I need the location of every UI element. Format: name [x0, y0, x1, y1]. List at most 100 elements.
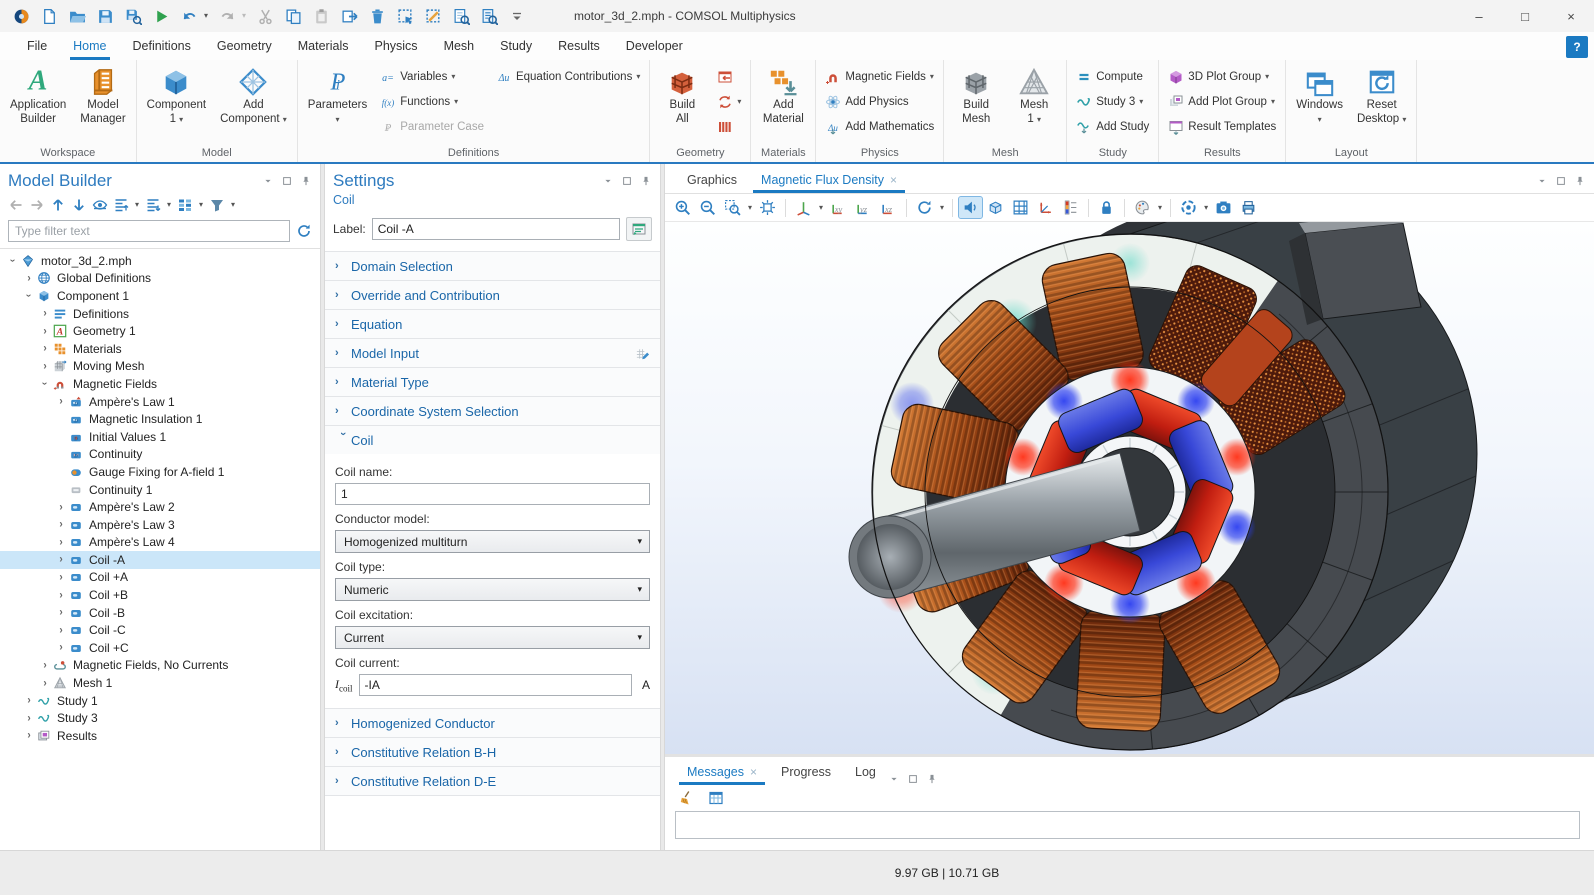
tab-home[interactable]: Home: [60, 35, 119, 60]
show-axes-icon[interactable]: [1034, 197, 1057, 218]
open-file-icon[interactable]: [64, 4, 90, 28]
tree-expander-icon[interactable]: ›: [54, 519, 68, 530]
graphics-canvas[interactable]: [665, 222, 1594, 754]
tree-expander-icon[interactable]: ›: [54, 642, 68, 653]
panel-menu-icon[interactable]: [1536, 175, 1548, 187]
float-icon[interactable]: [1555, 175, 1567, 187]
tree-expander-icon[interactable]: ›: [54, 607, 68, 618]
conductor-model-select[interactable]: Homogenized multiturn: [335, 530, 650, 553]
minimize-button[interactable]: –: [1456, 0, 1502, 32]
coil-type-select[interactable]: Numeric: [335, 578, 650, 601]
section-header-domain-selection[interactable]: ›Domain Selection: [325, 252, 660, 280]
tree-item-magnetic-fields[interactable]: ›Magnetic Fields: [0, 375, 320, 393]
lock-view-icon[interactable]: [1095, 197, 1118, 218]
float-icon[interactable]: [281, 175, 293, 187]
section-header-constitutive-relation-b-h[interactable]: ›Constitutive Relation B-H: [325, 738, 660, 766]
functions-button[interactable]: f(x)Functions▾: [375, 89, 489, 114]
panel-menu-icon[interactable]: [262, 175, 274, 187]
tree-expander-icon[interactable]: ›: [54, 625, 68, 636]
close-icon[interactable]: ×: [750, 765, 757, 779]
help-button[interactable]: ?: [1566, 36, 1588, 58]
3d-plot-group-button[interactable]: 3D Plot Group▾: [1163, 64, 1281, 89]
orientation-icon[interactable]: [792, 197, 815, 218]
add-component-button[interactable]: AddComponent ▾: [214, 62, 293, 128]
tree-expander-icon[interactable]: ›: [54, 537, 68, 548]
tree-item-materials[interactable]: ›Materials: [0, 340, 320, 358]
tab-physics[interactable]: Physics: [361, 35, 430, 60]
coil-name-input[interactable]: [335, 483, 650, 505]
tree-item-continuity-1[interactable]: Continuity 1: [0, 481, 320, 499]
section-header-constitutive-relation-d-e[interactable]: ›Constitutive Relation D-E: [325, 767, 660, 795]
move-down-icon[interactable]: [69, 195, 89, 215]
tree-item-motor-3d-2-mph[interactable]: ›motor_3d_2.mph: [0, 252, 320, 270]
graphics-tab-graphics[interactable]: Graphics: [675, 169, 749, 193]
model-tree-nodes-icon[interactable]: [175, 195, 195, 215]
print-icon[interactable]: [1237, 197, 1260, 218]
tab-results[interactable]: Results: [545, 35, 613, 60]
section-header-override-and-contribution[interactable]: ›Override and Contribution: [325, 281, 660, 309]
tree-item-amp-re-s-law-4[interactable]: ›Ampère's Law 4: [0, 534, 320, 552]
copy-table-icon[interactable]: [705, 788, 727, 808]
move-up-icon[interactable]: [48, 195, 68, 215]
tree-expander-icon[interactable]: ›: [54, 590, 68, 601]
tree-expander-icon[interactable]: ›: [22, 273, 36, 284]
save-preview-icon[interactable]: [120, 4, 146, 28]
tree-item-study-3[interactable]: ›Study 3: [0, 709, 320, 727]
messages-tab-log[interactable]: Log: [843, 761, 888, 785]
tree-item-continuity[interactable]: DContinuity: [0, 446, 320, 464]
tree-item-coil-c[interactable]: ›Coil -C: [0, 621, 320, 639]
panel-menu-icon[interactable]: [602, 175, 614, 187]
run-icon[interactable]: [148, 4, 174, 28]
clear-messages-icon[interactable]: [675, 788, 697, 808]
panel-menu-icon[interactable]: [888, 773, 900, 785]
zoom-out-icon[interactable]: [696, 197, 719, 218]
tab-materials[interactable]: Materials: [285, 35, 362, 60]
build-mesh-button[interactable]: BuildMesh: [948, 62, 1004, 128]
show-options-icon[interactable]: [90, 195, 110, 215]
partition-button[interactable]: [712, 114, 746, 139]
scene-light-icon[interactable]: [959, 197, 982, 218]
filter-icon[interactable]: [207, 195, 227, 215]
section-header-coil[interactable]: ›Coil: [325, 426, 660, 454]
section-header-model-input[interactable]: ›Model Input: [325, 339, 660, 367]
redo-icon[interactable]: [214, 4, 240, 28]
tree-item-amp-re-s-law-1[interactable]: ›DAmpère's Law 1: [0, 393, 320, 411]
tree-expander-icon[interactable]: ›: [38, 326, 52, 337]
pin-icon[interactable]: [1574, 175, 1586, 187]
undo-caret-icon[interactable]: ▾: [200, 4, 212, 28]
study-3-button[interactable]: Study 3▾: [1071, 89, 1154, 114]
equation-contributions-button[interactable]: ΔuEquation Contributions▾: [491, 64, 645, 89]
tree-expander-icon[interactable]: ›: [22, 695, 36, 706]
section-header-equation[interactable]: ›Equation: [325, 310, 660, 338]
tree-item-component-1[interactable]: ›Component 1: [0, 287, 320, 305]
rebuild-button[interactable]: ▾: [712, 89, 746, 114]
tree-expander-icon[interactable]: ›: [38, 343, 52, 354]
move-node-icon[interactable]: [336, 4, 362, 28]
variables-button[interactable]: a=Variables▾: [375, 64, 489, 89]
section-header-coordinate-system-selection[interactable]: ›Coordinate System Selection: [325, 397, 660, 425]
tree-expander-icon[interactable]: ›: [22, 713, 36, 724]
coil-current-input[interactable]: [359, 674, 632, 696]
tree-item-geometry-1[interactable]: ›AGeometry 1: [0, 322, 320, 340]
tree-item-coil-a[interactable]: ›Coil +A: [0, 569, 320, 587]
parameters-button[interactable]: PiParameters▾: [302, 62, 373, 128]
cut-icon[interactable]: [252, 4, 278, 28]
tree-expander-icon[interactable]: ›: [54, 396, 68, 407]
float-icon[interactable]: [907, 773, 919, 785]
tree-expander-icon[interactable]: ›: [38, 361, 52, 372]
zoom-selection-icon[interactable]: [448, 4, 474, 28]
tree-expander-icon[interactable]: ›: [38, 308, 52, 319]
messages-tab-progress[interactable]: Progress: [769, 761, 843, 785]
add-physics-button[interactable]: Add Physics: [820, 89, 939, 114]
tree-filter-input[interactable]: [8, 220, 290, 242]
tree-item-magnetic-insulation-1[interactable]: DMagnetic Insulation 1: [0, 410, 320, 428]
tree-item-magnetic-fields-no-currents[interactable]: ›Magnetic Fields, No Currents: [0, 657, 320, 675]
transparency-icon[interactable]: [984, 197, 1007, 218]
tree-item-global-definitions[interactable]: ›Global Definitions: [0, 270, 320, 288]
pin-icon[interactable]: [926, 773, 938, 785]
tab-geometry[interactable]: Geometry: [204, 35, 285, 60]
color-legend-icon[interactable]: [1059, 197, 1082, 218]
compute-button[interactable]: Compute: [1071, 64, 1154, 89]
rename-button[interactable]: [626, 217, 652, 241]
close-button[interactable]: ×: [1548, 0, 1594, 32]
